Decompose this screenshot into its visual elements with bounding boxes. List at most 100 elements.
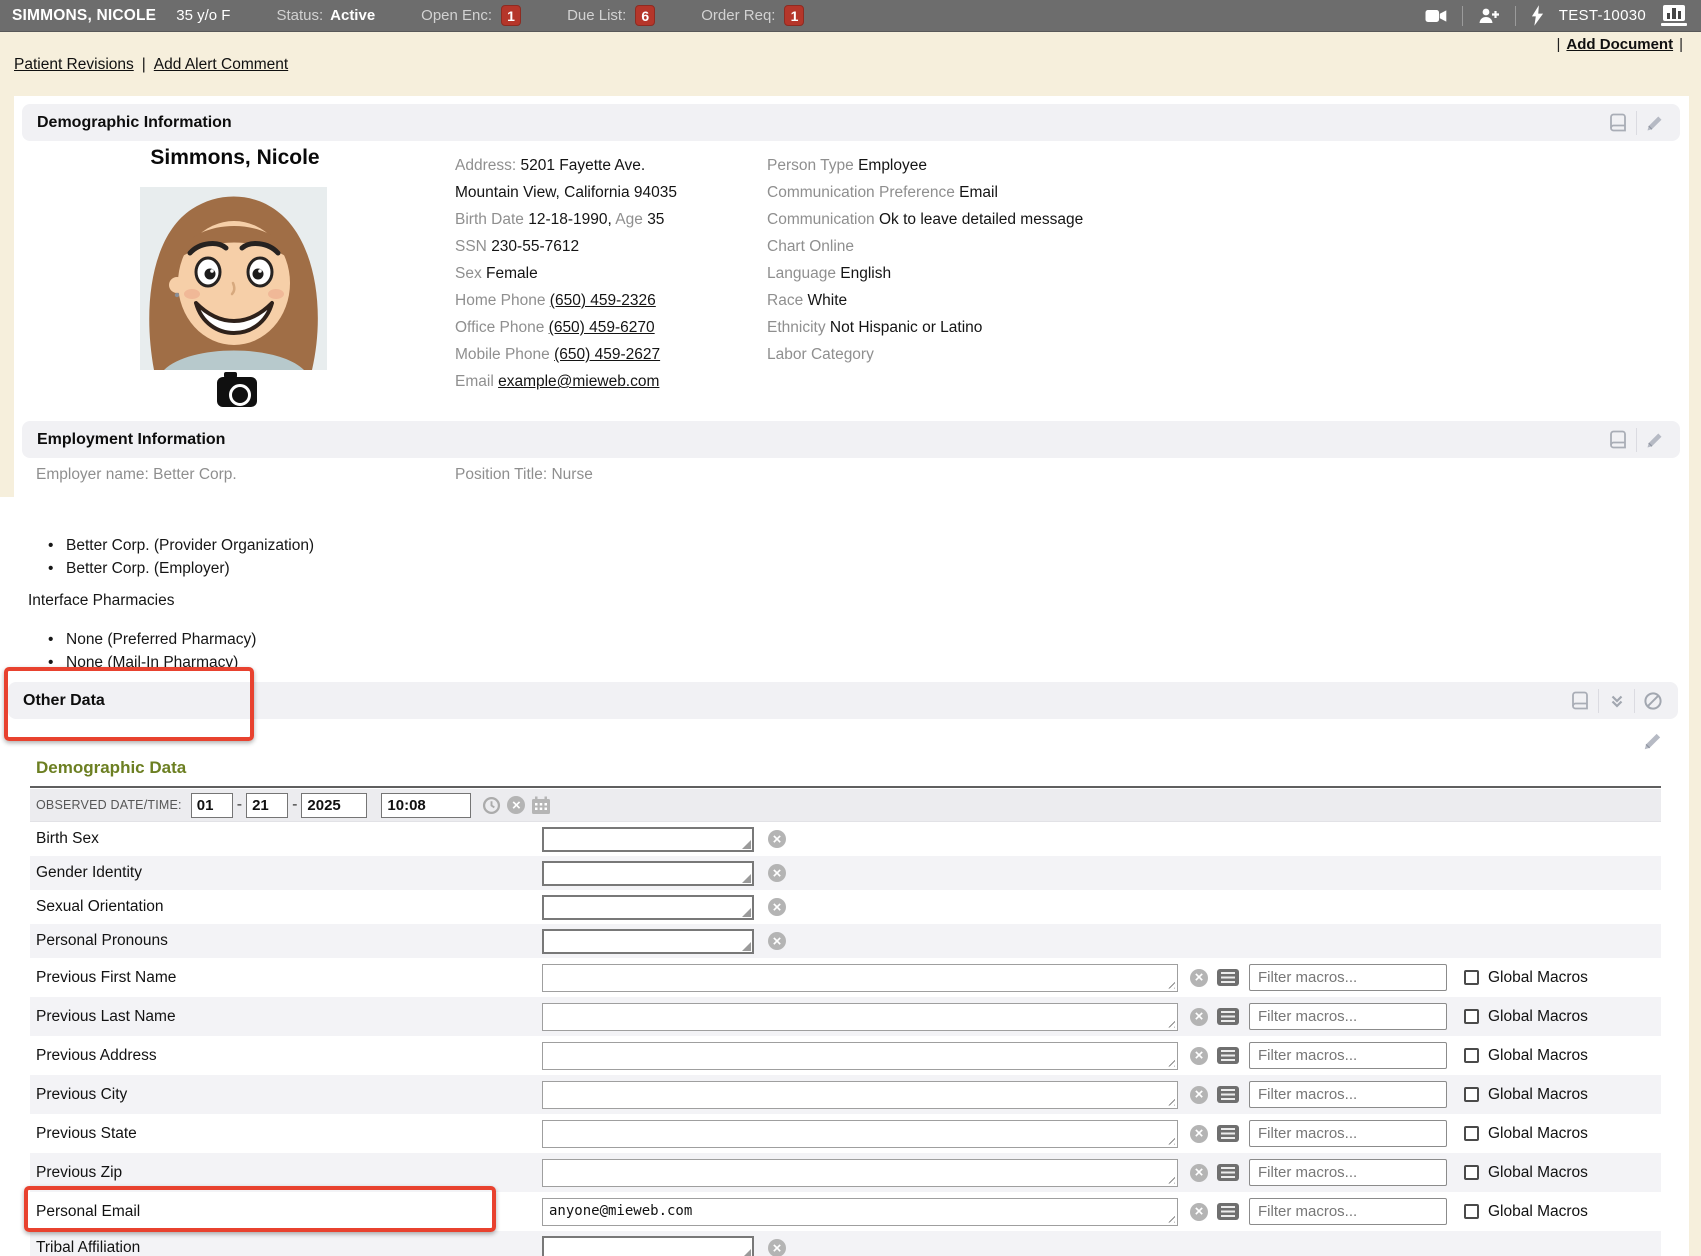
clear-field-icon[interactable] [1190, 969, 1208, 987]
clear-field-icon[interactable] [768, 898, 786, 916]
macro-list-icon[interactable] [1217, 1125, 1239, 1142]
field-select[interactable] [542, 929, 754, 954]
due-list-badge[interactable]: 6 [635, 5, 655, 26]
clear-field-icon[interactable] [1190, 1164, 1208, 1182]
camera-icon[interactable] [217, 377, 257, 407]
lightning-icon[interactable] [1531, 5, 1544, 26]
form-row: Previous Last Name Global Macros [30, 997, 1661, 1036]
global-macros-checkbox[interactable] [1464, 970, 1479, 985]
macro-filter-input[interactable] [1249, 964, 1447, 991]
clear-field-icon[interactable] [768, 830, 786, 848]
field-select[interactable] [542, 861, 754, 886]
field-select[interactable] [542, 895, 754, 920]
email-link[interactable]: example@mieweb.com [498, 373, 659, 390]
add-alert-comment-link[interactable]: Add Alert Comment [154, 56, 288, 74]
clear-field-icon[interactable] [1190, 1047, 1208, 1065]
home-phone-link[interactable]: (650) 459-2326 [550, 292, 656, 309]
macro-list-icon[interactable] [1217, 969, 1239, 986]
macro-list-icon[interactable] [1217, 1164, 1239, 1181]
order-requests[interactable]: Order Req: 1 [701, 5, 804, 26]
patient-revisions-link[interactable]: Patient Revisions [14, 56, 134, 74]
edit-pencil-icon[interactable] [1636, 111, 1672, 135]
clear-field-icon[interactable] [768, 864, 786, 882]
circle-slash-icon[interactable] [1634, 689, 1670, 713]
person-type-label: Person Type [767, 157, 854, 174]
field-label: Gender Identity [36, 864, 142, 882]
field-textarea[interactable] [542, 964, 1178, 992]
double-chevron-down-icon[interactable] [1598, 689, 1634, 713]
global-macros-checkbox[interactable] [1464, 1048, 1479, 1063]
observed-datetime-label: OBSERVED DATE/TIME: [36, 798, 182, 812]
global-macros-checkbox[interactable] [1464, 1165, 1479, 1180]
field-textarea[interactable] [542, 1159, 1178, 1187]
clear-field-icon[interactable] [1190, 1086, 1208, 1104]
macro-list-icon[interactable] [1217, 1086, 1239, 1103]
field-textarea[interactable] [542, 1003, 1178, 1031]
add-document-row: | Add Document | [1557, 36, 1683, 53]
macro-filter-input[interactable] [1249, 1081, 1447, 1108]
add-person-icon[interactable] [1478, 7, 1500, 25]
office-phone-label: Office Phone [455, 319, 544, 336]
mobile-phone-link[interactable]: (650) 459-2627 [554, 346, 660, 363]
open-encounters[interactable]: Open Enc: 1 [421, 5, 521, 26]
clock-icon[interactable] [482, 796, 501, 815]
employment-information-header: Employment Information [22, 421, 1680, 458]
due-list[interactable]: Due List: 6 [567, 5, 655, 26]
calendar-icon[interactable] [531, 796, 551, 815]
open-enc-badge[interactable]: 1 [501, 5, 521, 26]
field-textarea[interactable] [542, 1120, 1178, 1148]
macro-list-icon[interactable] [1217, 1008, 1239, 1025]
journal-book-icon[interactable] [1600, 428, 1636, 452]
macro-list-lines [1221, 1050, 1235, 1061]
section-icons [1600, 104, 1672, 141]
birth-date-label: Birth Date [455, 211, 524, 228]
clear-datetime-icon[interactable] [507, 796, 525, 814]
observed-year-input[interactable] [301, 793, 367, 818]
field-controls [542, 827, 786, 852]
macro-list-icon[interactable] [1217, 1203, 1239, 1220]
order-req-badge[interactable]: 1 [784, 5, 804, 26]
field-textarea[interactable] [542, 1081, 1178, 1109]
patient-photo [140, 187, 327, 370]
edit-pencil-icon[interactable] [1642, 730, 1664, 757]
video-camera-icon[interactable] [1425, 7, 1447, 25]
clear-field-icon[interactable] [1190, 1125, 1208, 1143]
macro-filter-input[interactable] [1249, 1042, 1447, 1069]
pipe-separator: | [142, 56, 146, 74]
clear-field-icon[interactable] [1190, 1008, 1208, 1026]
field-textarea[interactable] [542, 1042, 1178, 1070]
macro-list-lines [1221, 1011, 1235, 1022]
clear-field-icon[interactable] [768, 932, 786, 950]
macro-filter-input[interactable] [1249, 1198, 1447, 1225]
chart-underline [1661, 23, 1687, 26]
observed-day-input[interactable] [246, 793, 288, 818]
field-label: Previous First Name [36, 969, 176, 987]
edit-pencil-icon[interactable] [1636, 428, 1672, 452]
journal-book-icon[interactable] [1600, 111, 1636, 135]
macro-filter-input[interactable] [1249, 1120, 1447, 1147]
global-macros-checkbox[interactable] [1464, 1204, 1479, 1219]
field-label: Birth Sex [36, 830, 99, 848]
global-macros-checkbox[interactable] [1464, 1009, 1479, 1024]
global-macros-checkbox[interactable] [1464, 1126, 1479, 1141]
demographic-information-header: Demographic Information [22, 104, 1680, 141]
flowsheet-chart-icon[interactable] [1661, 5, 1687, 26]
journal-book-icon[interactable] [1562, 689, 1598, 713]
employment-details-clipped: Employer name: Better Corp. Position Tit… [36, 464, 1036, 490]
clear-field-icon[interactable] [1190, 1203, 1208, 1221]
observed-month-input[interactable] [191, 793, 233, 818]
office-phone-link[interactable]: (650) 459-6270 [549, 319, 655, 336]
chart-id: TEST-10030 [1559, 7, 1646, 24]
macro-list-icon[interactable] [1217, 1047, 1239, 1064]
global-macros-checkbox[interactable] [1464, 1087, 1479, 1102]
field-select[interactable] [542, 827, 754, 852]
observed-time-input[interactable] [381, 793, 471, 818]
clear-field-icon[interactable] [768, 1239, 786, 1256]
labor-category-label: Labor Category [767, 346, 874, 363]
field-textarea[interactable]: anyone@mieweb.com [542, 1198, 1178, 1226]
comm-pref-label: Communication Preference [767, 184, 955, 201]
macro-filter-input[interactable] [1249, 1003, 1447, 1030]
add-document-link[interactable]: Add Document [1566, 36, 1673, 53]
macro-filter-input[interactable] [1249, 1159, 1447, 1186]
field-select[interactable] [542, 1236, 754, 1256]
